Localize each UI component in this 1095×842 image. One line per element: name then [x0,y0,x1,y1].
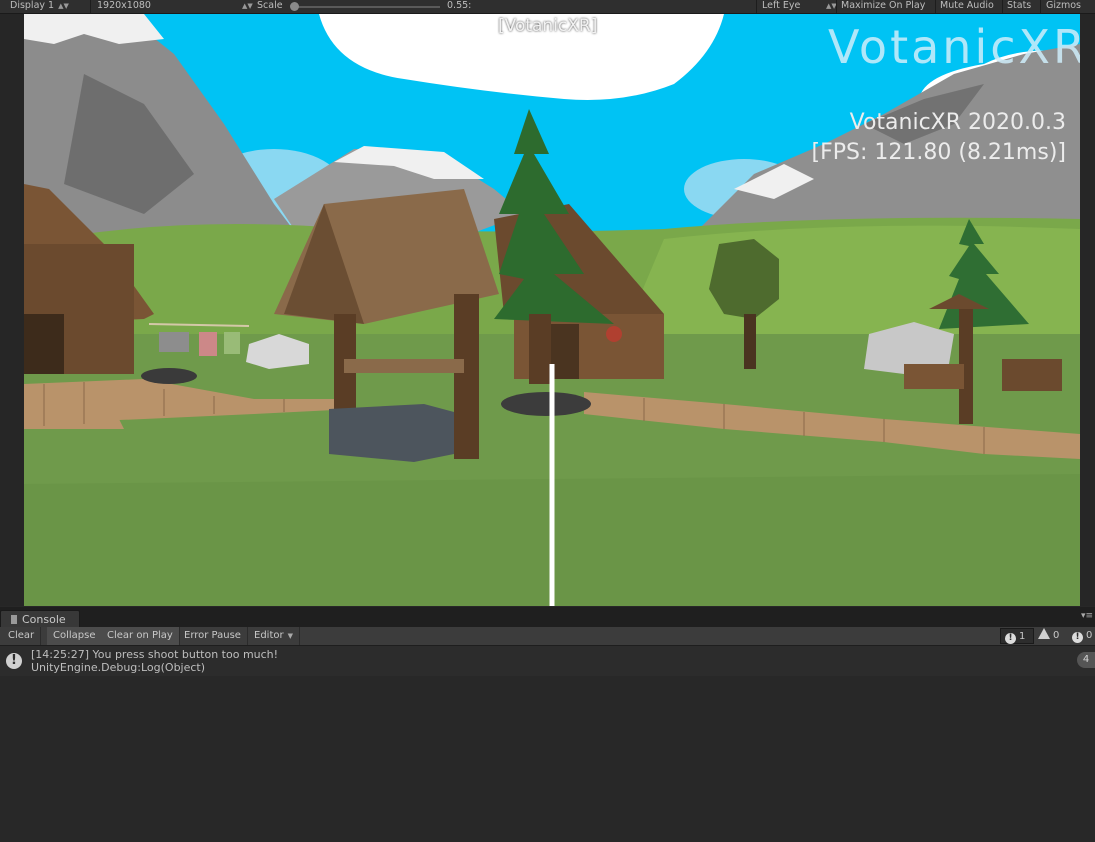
warning-count: 0 [1053,630,1060,641]
maximize-on-play-toggle[interactable]: Maximize On Play [841,0,925,13]
cloth [199,332,217,356]
display-label: Display 1 [10,0,55,11]
warning-icon [1038,628,1050,639]
woodpile [904,364,964,389]
eye-label: Left Eye [762,0,801,11]
info-icon: ! [6,653,22,669]
clear-on-play-toggle[interactable]: Clear on Play [101,627,180,645]
console-toolbar: Clear Collapse Clear on Play Error Pause… [0,627,1095,646]
scale-value: 0.55: [447,0,472,11]
error-count-toggle[interactable]: ! 0 [1068,628,1095,644]
tab-console-label: Console [22,613,66,626]
scale-slider-track[interactable] [292,6,440,8]
log-stacktrace: UnityEngine.Debug:Log(Object) [31,661,206,674]
fps-counter: [FPS: 121.80 (8.21ms)] [811,140,1066,165]
clear-button[interactable]: Clear [2,627,42,645]
well-base [329,404,454,462]
tub [141,368,197,384]
console-icon [11,615,17,624]
well-post [454,294,479,459]
editor-label: Editor [254,630,284,641]
mute-audio-toggle[interactable]: Mute Audio [940,0,994,13]
toolbar-divider [90,0,91,13]
game-viewport[interactable]: [VotanicXR] VotanicXR VotanicXR 2020.0.3… [24,14,1080,606]
tab-console[interactable]: Console [0,610,80,628]
console-tab-bar: Console ▾≡ [0,607,1095,628]
game-view-toolbar: Display 1 ▲▼ 1920x1080 ▲▼ Scale 0.55: Lef… [0,0,1095,14]
gizmos-dropdown[interactable]: Gizmos [1046,0,1081,13]
console-log-list[interactable]: ! [14:25:27] You press shoot button too … [0,646,1095,842]
tub [501,392,591,416]
version-label: VotanicXR 2020.0.3 [849,110,1066,135]
toolbar-divider [935,0,936,13]
info-icon: ! [1005,633,1016,644]
info-count: 1 [1019,631,1026,642]
log-entry[interactable]: ! [14:25:27] You press shoot button too … [0,646,1095,676]
collapse-toggle[interactable]: Collapse [47,627,103,645]
warning-count-toggle[interactable]: 0 [1034,628,1068,644]
info-count-toggle[interactable]: ! 1 [1000,628,1034,644]
cloth [159,332,189,352]
resolution-label: 1920x1080 [97,0,151,11]
toolbar-divider [1040,0,1041,13]
error-icon: ! [1072,632,1083,643]
display-dropdown[interactable]: Display 1 ▲▼ [10,0,69,13]
hut-left-door [24,314,64,374]
round-tree-trunk [744,314,756,369]
game-scene [24,14,1080,606]
scale-slider-handle[interactable] [290,2,299,11]
editor-dropdown[interactable]: Editor ▼ [248,627,300,645]
error-count: 0 [1086,630,1093,641]
viewport-left-margin [0,14,24,606]
toolbar-divider [836,0,837,13]
hut-sign [606,326,622,342]
vr-window-title: [VotanicXR] [498,16,598,36]
chevron-down-icon: ▲▼ [58,2,69,10]
well-crank [344,359,464,373]
scale-label: Scale [257,0,283,11]
chevron-down-icon: ▼ [287,632,293,640]
eye-dropdown[interactable]: Left Eye [762,0,800,13]
resolution-arrow-icon: ▲▼ [242,2,253,10]
resolution-dropdown[interactable]: 1920x1080 [97,0,151,13]
cloth [224,332,240,354]
error-pause-toggle[interactable]: Error Pause [178,627,248,645]
toolbar-divider [756,0,757,13]
tab-menu-icon[interactable]: ▾≡ [1081,611,1093,621]
log-message: [14:25:27] You press shoot button too mu… [31,648,279,661]
barrels [1002,359,1062,391]
toolbar-divider [1002,0,1003,13]
pine-trunk [529,314,551,384]
brand-logo: VotanicXR [828,20,1080,74]
stats-toggle[interactable]: Stats [1007,0,1031,13]
viewport-right-margin [1080,14,1095,606]
log-collapse-count: 4 [1077,652,1095,668]
